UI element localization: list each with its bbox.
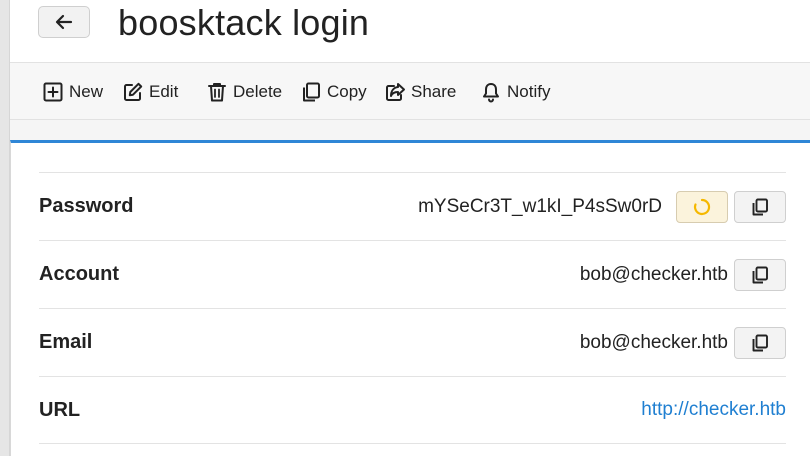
back-button[interactable] (38, 6, 90, 38)
account-value: bob@checker.htb (579, 263, 728, 285)
delete-button[interactable]: Delete (206, 79, 282, 105)
page-title: boosktack login (118, 2, 370, 43)
field-label: Password (39, 195, 134, 217)
copy-button[interactable]: Copy (300, 79, 367, 105)
new-label: New (69, 82, 104, 101)
share-button[interactable]: Share (384, 79, 456, 105)
notify-label: Notify (507, 82, 551, 101)
generate-password-button[interactable] (676, 191, 728, 223)
field-row-email: Email bob@checker.htb (39, 308, 786, 376)
bell-icon (483, 83, 499, 103)
toolbar: New Edit Delete Copy Share Notify (10, 62, 810, 120)
password-value: mYSeCr3T_w1kI_P4sSw0rD (418, 195, 662, 217)
copy-icon (752, 198, 768, 216)
arrow-left-icon (55, 14, 73, 30)
url-link[interactable]: http://checker.htb (641, 399, 786, 421)
copy-icon (752, 266, 768, 284)
field-row-url: URL http://checker.htb (39, 376, 786, 444)
share-icon (386, 83, 405, 101)
field-label: Email (39, 331, 93, 353)
edit-icon (124, 82, 143, 101)
plus-square-icon (43, 82, 63, 102)
field-row-account: Account bob@checker.htb (39, 240, 786, 308)
edit-label: Edit (149, 82, 179, 101)
edit-button[interactable]: Edit (122, 79, 178, 105)
field-label: URL (39, 398, 81, 421)
left-rail (0, 0, 10, 456)
title-bar: boosktack login (10, 0, 810, 62)
details-panel: Password mYSeCr3T_w1kI_P4sSw0rD Account … (10, 140, 810, 456)
copy-label: Copy (327, 82, 367, 101)
copy-email-button[interactable] (734, 327, 786, 359)
field-row-password: Password mYSeCr3T_w1kI_P4sSw0rD (39, 172, 786, 240)
notify-button[interactable]: Notify (480, 79, 550, 105)
share-label: Share (411, 82, 457, 101)
trash-icon (208, 83, 226, 102)
copy-icon (752, 334, 768, 352)
email-value: bob@checker.htb (579, 331, 728, 353)
copy-account-button[interactable] (734, 259, 786, 291)
copy-icon (303, 82, 320, 102)
spinner-icon (693, 198, 711, 216)
delete-label: Delete (233, 82, 283, 101)
field-label: Account (39, 263, 119, 285)
new-button[interactable]: New (42, 79, 103, 105)
copy-password-button[interactable] (734, 191, 786, 223)
